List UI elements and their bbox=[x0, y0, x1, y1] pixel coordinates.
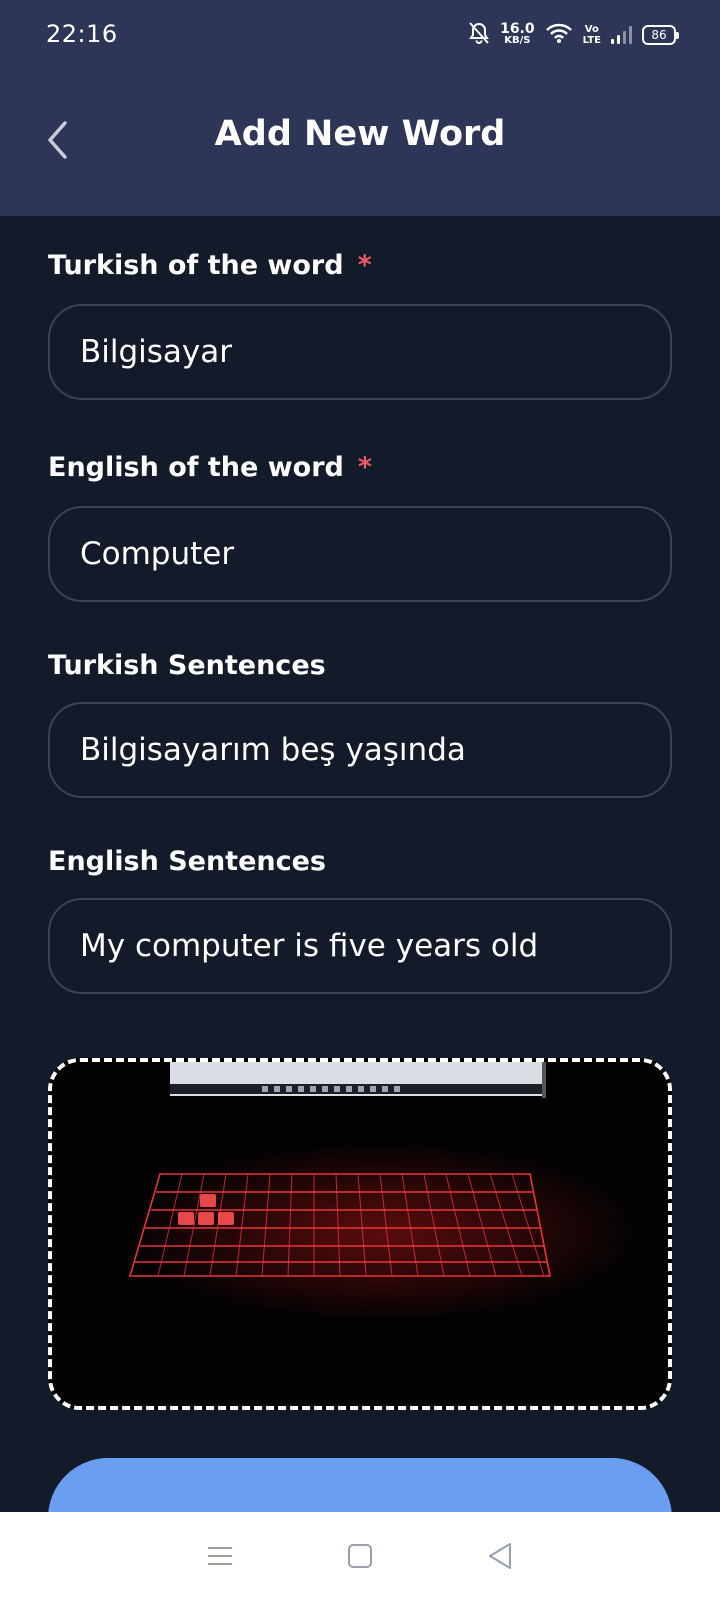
menu-icon bbox=[208, 1547, 232, 1565]
navigation-bar bbox=[0, 1512, 720, 1600]
english-sentence-label: English Sentences bbox=[48, 846, 327, 877]
status-time: 22:16 bbox=[46, 20, 118, 48]
turkish-sentence-input[interactable] bbox=[48, 702, 672, 798]
home-button[interactable] bbox=[340, 1536, 380, 1576]
bell-off-icon bbox=[468, 21, 490, 49]
status-icons: 16.0 KB/S Vo LTE 86 bbox=[468, 18, 679, 52]
home-square-icon bbox=[348, 1544, 372, 1568]
battery-icon: 86 bbox=[642, 25, 679, 45]
app-bar: Add New Word bbox=[0, 72, 720, 216]
required-mark: * bbox=[357, 250, 372, 281]
page-title: Add New Word bbox=[214, 114, 506, 154]
required-mark: * bbox=[357, 452, 372, 483]
volte-indicator: Vo LTE bbox=[582, 24, 601, 46]
english-word-label: English of the word * bbox=[48, 452, 372, 483]
back-triangle-icon bbox=[489, 1543, 511, 1569]
net-speed: 16.0 KB/S bbox=[500, 21, 535, 46]
turkish-sentence-label: Turkish Sentences bbox=[48, 650, 326, 681]
turkish-word-label: Turkish of the word * bbox=[48, 250, 372, 281]
turkish-word-input[interactable] bbox=[48, 304, 672, 400]
menu-button[interactable] bbox=[200, 1536, 240, 1576]
wifi-icon bbox=[545, 22, 573, 48]
signal-icon bbox=[611, 26, 632, 44]
image-picker[interactable] bbox=[48, 1058, 672, 1410]
english-word-input[interactable] bbox=[48, 506, 672, 602]
english-sentence-input[interactable] bbox=[48, 898, 672, 994]
status-bar: 22:16 16.0 KB/S Vo LTE 86 bbox=[0, 0, 720, 72]
photo-keyboard-image bbox=[52, 1062, 668, 1406]
nav-back-button[interactable] bbox=[480, 1536, 520, 1576]
